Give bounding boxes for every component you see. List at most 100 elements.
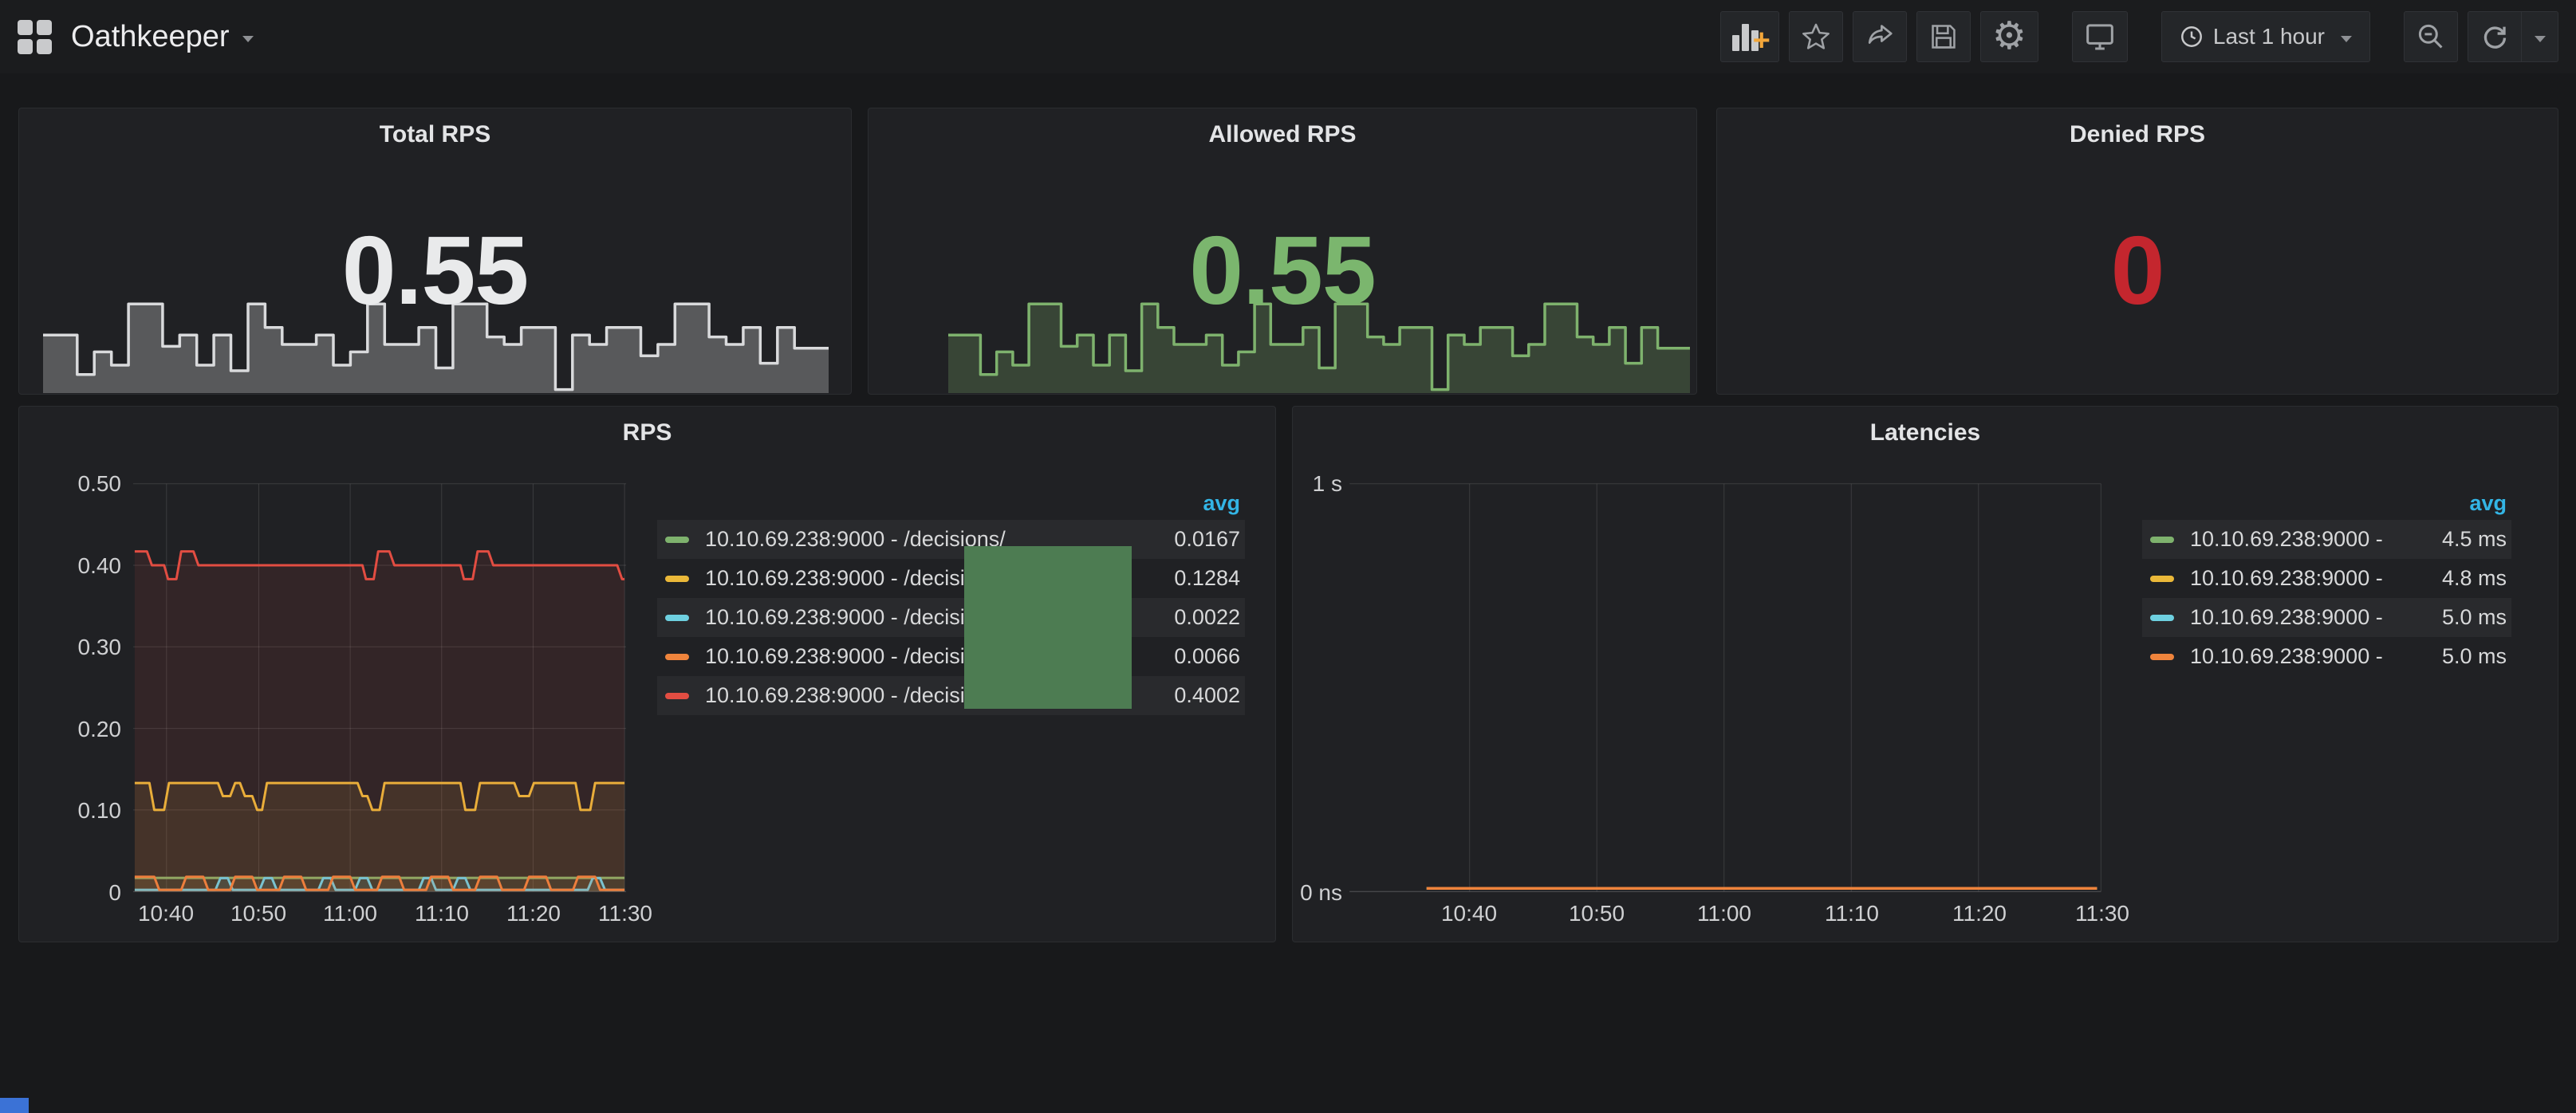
x-tick-label: 10:50	[1569, 901, 1625, 926]
series-avg-value: 0.0066	[1121, 644, 1240, 669]
x-tick-label: 10:40	[138, 901, 194, 926]
zoom-out-button[interactable]	[2404, 11, 2458, 62]
share-button[interactable]	[1853, 11, 1907, 62]
legend-row[interactable]: 10.10.69.238:9000 - /decisions/0.4002	[657, 676, 1245, 715]
latencies-panel: Latencies 1 s 0 ns 10:40 10:50 11:00 11:10 11…	[1292, 406, 2558, 942]
dashboard-title[interactable]: Oathkeeper	[71, 20, 230, 54]
legend-avg-header[interactable]: avg	[2142, 486, 2511, 520]
series-avg-value: 5.0 ms	[2387, 605, 2507, 630]
series-color-dash	[665, 693, 689, 699]
gear-icon: ⚙	[1992, 18, 2027, 56]
cycle-view-button[interactable]	[2072, 11, 2128, 62]
x-tick-label: 11:10	[1825, 901, 1879, 926]
series-color-dash	[2150, 576, 2174, 582]
x-tick-label: 10:40	[1441, 901, 1497, 926]
series-label[interactable]: 10.10.69.238:9000 - p90	[2190, 527, 2387, 552]
stat-value: 0	[1717, 217, 2558, 324]
legend-avg-header[interactable]: avg	[657, 486, 1245, 520]
time-range-label: Last 1 hour	[2213, 24, 2325, 49]
y-tick-label: 0.50	[78, 471, 122, 497]
chevron-down-icon	[2341, 36, 2352, 42]
refresh-icon	[2479, 22, 2510, 52]
chevron-down-icon	[242, 36, 254, 42]
series-avg-value: 0.1284	[1121, 566, 1240, 591]
panel-title[interactable]: Total RPS	[19, 121, 851, 148]
x-tick-label: 11:20	[506, 901, 561, 926]
add-panel-icon: +	[1732, 22, 1767, 51]
series-avg-value: 5.0 ms	[2387, 644, 2507, 669]
save-button[interactable]	[1916, 11, 1971, 62]
series-label[interactable]: 10.10.69.238:9000 - p95	[2190, 566, 2387, 591]
star-icon	[1801, 22, 1831, 52]
x-tick-label: 11:10	[415, 901, 469, 926]
search-minus-icon	[2416, 22, 2446, 52]
refresh-button[interactable]	[2468, 11, 2522, 62]
navbar: Oathkeeper + ⚙ Last 1 hour	[0, 0, 2576, 73]
monitor-icon	[2084, 21, 2116, 53]
x-tick-label: 10:50	[230, 901, 286, 926]
legend: avg 10.10.69.238:9000 - /decisions/0.016…	[657, 486, 1245, 715]
legend-row[interactable]: 10.10.69.238:9000 - /decisions/0.1284	[657, 559, 1245, 598]
y-tick-label: 0	[108, 880, 121, 906]
legend-row[interactable]: 10.10.69.238:9000 - p1005.0 ms	[2142, 637, 2511, 676]
series-color-dash	[2150, 654, 2174, 660]
series-color-dash	[665, 576, 689, 582]
share-icon	[1865, 22, 1895, 52]
add-panel-button[interactable]: +	[1720, 11, 1779, 62]
legend-row[interactable]: 10.10.69.238:9000 - /decisions/0.0167	[657, 520, 1245, 559]
dashboard-nav: Oathkeeper	[18, 20, 254, 54]
legend-row[interactable]: 10.10.69.238:9000 - /decisions/0.0066	[657, 637, 1245, 676]
y-axis: 0.50 0.40 0.30 0.20 0.10 0	[43, 407, 121, 942]
stat-value: 0.55	[19, 217, 851, 324]
rps-panel: RPS 0.50 0.40 0.30 0.20 0.10 0 10:40 10:50 11:0…	[18, 406, 1276, 942]
series-color-dash	[665, 615, 689, 621]
y-tick-label: 0.20	[78, 717, 122, 742]
legend-row[interactable]: 10.10.69.238:9000 - /decisions/0.0022	[657, 598, 1245, 637]
green-overlay-box	[964, 546, 1132, 709]
corner-artifact	[0, 1098, 29, 1113]
time-range-picker[interactable]: Last 1 hour	[2161, 11, 2370, 62]
series-avg-value: 0.0167	[1121, 527, 1240, 552]
toolbar: + ⚙ Last 1 hour	[1711, 11, 2558, 62]
legend-row[interactable]: 10.10.69.238:9000 - p904.5 ms	[2142, 520, 2511, 559]
settings-button[interactable]: ⚙	[1980, 11, 2038, 62]
legend-row[interactable]: 10.10.69.238:9000 - p995.0 ms	[2142, 598, 2511, 637]
series-avg-value: 4.5 ms	[2387, 527, 2507, 552]
x-tick-label: 11:30	[2075, 901, 2129, 926]
panel-title[interactable]: Latencies	[1293, 419, 2558, 446]
series-color-dash	[2150, 537, 2174, 543]
denied-rps-panel: Denied RPS 0	[1716, 108, 2558, 395]
clock-icon	[2180, 25, 2204, 49]
save-icon	[1928, 22, 1959, 52]
stat-value: 0.55	[869, 217, 1696, 324]
panel-title[interactable]: RPS	[19, 419, 1275, 446]
series-avg-value: 0.0022	[1121, 605, 1240, 630]
chevron-down-icon	[2535, 36, 2546, 42]
x-tick-label: 11:00	[323, 901, 377, 926]
y-axis: 1 s 0 ns	[1293, 407, 1342, 942]
refresh-interval-button[interactable]	[2522, 11, 2558, 62]
x-tick-label: 11:20	[1952, 901, 2007, 926]
allowed-rps-panel: Allowed RPS 0.55	[868, 108, 1697, 395]
y-tick-label: 0.30	[78, 635, 122, 660]
y-tick-label: 0 ns	[1300, 880, 1342, 906]
series-avg-value: 0.4002	[1121, 683, 1240, 708]
legend: avg 10.10.69.238:9000 - p904.5 ms10.10.6…	[2142, 486, 2511, 676]
series-label[interactable]: 10.10.69.238:9000 - p99	[2190, 605, 2387, 630]
series-color-dash	[2150, 615, 2174, 621]
dashboards-grid-icon[interactable]	[18, 20, 52, 54]
x-tick-label: 11:00	[1697, 901, 1751, 926]
legend-row[interactable]: 10.10.69.238:9000 - p954.8 ms	[2142, 559, 2511, 598]
total-rps-panel: Total RPS 0.55	[18, 108, 852, 395]
panel-title[interactable]: Allowed RPS	[869, 121, 1696, 148]
panel-title[interactable]: Denied RPS	[1717, 121, 2558, 148]
series-color-dash	[665, 654, 689, 660]
series-avg-value: 4.8 ms	[2387, 566, 2507, 591]
y-tick-label: 0.40	[78, 553, 122, 579]
y-tick-label: 0.10	[78, 798, 122, 824]
x-tick-label: 11:30	[598, 901, 652, 926]
y-tick-label: 1 s	[1313, 471, 1342, 497]
series-color-dash	[665, 537, 689, 543]
star-button[interactable]	[1789, 11, 1843, 62]
series-label[interactable]: 10.10.69.238:9000 - p100	[2190, 644, 2387, 669]
